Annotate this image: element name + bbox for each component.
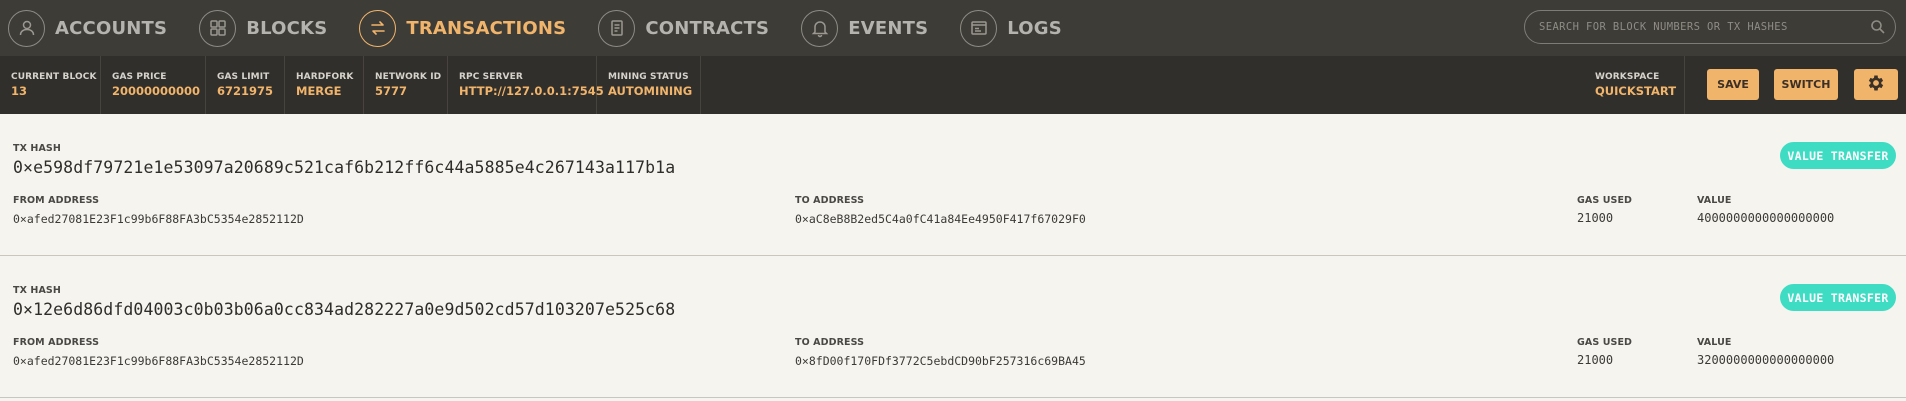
- grid-icon: [199, 9, 237, 47]
- search-input[interactable]: [1539, 21, 1861, 33]
- tx-value: 3200000000000000000: [1697, 353, 1835, 367]
- stat-network-id: NETWORK ID 5777: [364, 56, 448, 114]
- workspace-label: WORKSPACE: [1595, 72, 1660, 82]
- workspace-name: QUICKSTART: [1595, 84, 1677, 98]
- stat-hardfork: HARDFORK MERGE: [285, 56, 364, 114]
- stat-label: NETWORK ID: [375, 72, 442, 82]
- swap-arrows-icon: [359, 9, 397, 47]
- gas-used: 21000: [1577, 211, 1614, 225]
- value-label: VALUE: [1697, 195, 1732, 206]
- stat-value: 5777: [375, 84, 408, 98]
- bell-icon: [801, 9, 839, 47]
- nav-logs[interactable]: LOGS: [952, 0, 1062, 56]
- stat-gas-price: GAS PRICE 20000000000: [101, 56, 206, 114]
- terminal-icon: [960, 9, 998, 47]
- search-box[interactable]: [1524, 10, 1896, 44]
- from-address-label: FROM ADDRESS: [13, 195, 100, 206]
- from-address: 0×afed27081E23F1c99b6F88FA3bC5354e285211…: [13, 354, 304, 368]
- stat-label: HARDFORK: [296, 72, 354, 82]
- gas-used-label: GAS USED: [1577, 337, 1633, 348]
- nav-accounts[interactable]: ACCOUNTS: [0, 0, 167, 56]
- nav-transactions[interactable]: TRANSACTIONS: [351, 0, 566, 56]
- tx-type-badge: VALUE TRANSFER: [1780, 142, 1896, 169]
- nav-contracts[interactable]: CONTRACTS: [590, 0, 769, 56]
- save-button[interactable]: SAVE: [1707, 69, 1759, 100]
- tx-type-badge: VALUE TRANSFER: [1780, 284, 1896, 311]
- nav-events[interactable]: EVENTS: [793, 0, 928, 56]
- stat-value: MERGE: [296, 84, 342, 98]
- stat-value: 6721975: [217, 84, 274, 98]
- user-icon: [8, 9, 45, 47]
- stat-current-block: CURRENT BLOCK 13: [0, 56, 101, 114]
- nav-blocks-label: BLOCKS: [246, 17, 328, 39]
- stat-value: 20000000000: [112, 84, 201, 98]
- gear-icon: [1866, 73, 1886, 96]
- stat-label: MINING STATUS: [608, 72, 689, 82]
- stat-value: AUTOMINING: [608, 84, 693, 98]
- gas-used-label: GAS USED: [1577, 195, 1633, 206]
- to-address-label: TO ADDRESS: [795, 337, 865, 348]
- from-address: 0×afed27081E23F1c99b6F88FA3bC5354e285211…: [13, 212, 304, 226]
- divider: [1684, 56, 1685, 114]
- value-label: VALUE: [1697, 337, 1732, 348]
- from-address-label: FROM ADDRESS: [13, 337, 100, 348]
- nav-events-label: EVENTS: [848, 17, 929, 39]
- nav-transactions-label: TRANSACTIONS: [406, 17, 567, 39]
- stat-label: RPC SERVER: [459, 72, 523, 82]
- tx-value: 4000000000000000000: [1697, 211, 1835, 225]
- stat-label: GAS PRICE: [112, 72, 167, 82]
- transaction-row[interactable]: TX HASH 0×12e6d86dfd04003c0b03b06a0cc834…: [0, 256, 1906, 398]
- settings-button[interactable]: [1854, 69, 1898, 100]
- stat-label: CURRENT BLOCK: [11, 72, 97, 82]
- to-address: 0×8fD00f170FDf3772C5ebdCD90bF257316c69BA…: [795, 354, 1086, 368]
- stat-mining-status: MINING STATUS AUTOMINING: [597, 56, 701, 114]
- stat-rpc-server: RPC SERVER HTTP://127.0.0.1:7545: [448, 56, 604, 114]
- nav-accounts-label: ACCOUNTS: [55, 17, 168, 39]
- gas-used: 21000: [1577, 353, 1614, 367]
- document-icon: [598, 9, 636, 47]
- stat-label: GAS LIMIT: [217, 72, 270, 82]
- tx-hash: 0×12e6d86dfd04003c0b03b06a0cc834ad282227…: [13, 300, 676, 319]
- transaction-row[interactable]: TX HASH 0×e598df79721e1e53097a20689c521c…: [0, 114, 1906, 256]
- tx-hash-label: TX HASH: [13, 285, 61, 296]
- stat-value: 13: [11, 84, 28, 98]
- stat-gas-limit: GAS LIMIT 6721975: [206, 56, 285, 114]
- nav-contracts-label: CONTRACTS: [645, 17, 770, 39]
- nav-logs-label: LOGS: [1007, 17, 1062, 39]
- switch-button[interactable]: SWITCH: [1774, 69, 1838, 100]
- stat-value: HTTP://127.0.0.1:7545: [459, 84, 604, 98]
- top-nav: ACCOUNTS BLOCKS TRANSACTIONS CONTRACTS E…: [0, 0, 1906, 56]
- to-address: 0×aC8eB8B2ed5C4a0fC41a84Ee4950F417f67029…: [795, 212, 1086, 226]
- nav-blocks[interactable]: BLOCKS: [191, 0, 327, 56]
- workspace-info: WORKSPACE QUICKSTART: [1584, 56, 1686, 114]
- transaction-list: TX HASH 0×e598df79721e1e53097a20689c521c…: [0, 114, 1906, 398]
- to-address-label: TO ADDRESS: [795, 195, 865, 206]
- tx-hash-label: TX HASH: [13, 143, 61, 154]
- search-icon[interactable]: [1861, 19, 1895, 35]
- tx-hash: 0×e598df79721e1e53097a20689c521caf6b212f…: [13, 158, 676, 177]
